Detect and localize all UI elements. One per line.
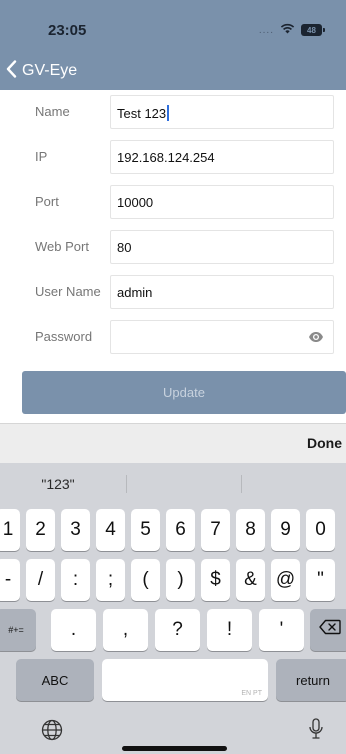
signal-icon: .... xyxy=(258,24,274,36)
microphone-icon[interactable] xyxy=(308,717,324,746)
battery-icon: 48 xyxy=(301,24,325,36)
password-label: Password xyxy=(35,329,93,344)
chevron-left-icon xyxy=(6,59,17,83)
status-time: 23:05 xyxy=(48,22,87,39)
key-dollar[interactable]: $ xyxy=(201,559,230,601)
user-name-label: User Name xyxy=(35,284,101,299)
name-value: Test 123 xyxy=(117,105,170,121)
nav-bar: GV-Eye xyxy=(0,52,346,90)
form-row-name: Name Test 123 xyxy=(0,92,346,132)
key-period[interactable]: . xyxy=(51,609,96,651)
key-more-symbols[interactable]: #+= xyxy=(0,609,36,651)
key-semicolon[interactable]: ; xyxy=(96,559,125,601)
ip-input[interactable]: 192.168.124.254 xyxy=(110,140,334,174)
status-bar: 23:05 .... 48 xyxy=(0,0,346,52)
user-name-input[interactable]: admin xyxy=(110,275,334,309)
web-port-value: 80 xyxy=(117,240,132,255)
web-port-input[interactable]: 80 xyxy=(110,230,334,264)
key-2[interactable]: 2 xyxy=(26,509,55,551)
key-slash[interactable]: / xyxy=(26,559,55,601)
key-colon[interactable]: : xyxy=(61,559,90,601)
user-name-value: admin xyxy=(117,285,153,300)
key-7[interactable]: 7 xyxy=(201,509,230,551)
form-row-ip: IP 192.168.124.254 xyxy=(0,137,346,177)
port-label: Port xyxy=(35,194,59,209)
backspace-key[interactable] xyxy=(310,609,346,651)
suggestion-3[interactable] xyxy=(242,463,346,505)
key-3[interactable]: 3 xyxy=(61,509,90,551)
keyboard-accessory-bar: Done xyxy=(0,423,346,463)
wifi-icon xyxy=(280,21,295,39)
name-input[interactable]: Test 123 xyxy=(110,95,334,129)
eye-icon[interactable] xyxy=(308,330,324,349)
key-abc[interactable]: ABC xyxy=(16,659,94,701)
key-9[interactable]: 9 xyxy=(271,509,300,551)
key-quote[interactable]: " xyxy=(306,559,335,601)
globe-icon[interactable] xyxy=(41,719,63,746)
key-4[interactable]: 4 xyxy=(96,509,125,551)
space-language-hint: EN PT xyxy=(241,690,262,697)
ip-value: 192.168.124.254 xyxy=(117,150,215,165)
back-button[interactable]: GV-Eye xyxy=(0,52,77,90)
port-input[interactable]: 10000 xyxy=(110,185,334,219)
key-ampersand[interactable]: & xyxy=(236,559,265,601)
suggestion-2[interactable] xyxy=(127,463,241,505)
key-question[interactable]: ? xyxy=(155,609,200,651)
form-row-port: Port 10000 xyxy=(0,182,346,222)
space-key[interactable]: EN PT xyxy=(102,659,268,701)
name-label: Name xyxy=(35,104,70,119)
numeric-keyboard: "123" 1 2 3 4 5 6 7 8 9 0 - / : ; ( ) $ … xyxy=(0,463,346,754)
key-exclamation[interactable]: ! xyxy=(207,609,252,651)
key-5[interactable]: 5 xyxy=(131,509,160,551)
port-value: 10000 xyxy=(117,195,154,210)
key-1[interactable]: 1 xyxy=(0,509,20,551)
key-6[interactable]: 6 xyxy=(166,509,195,551)
suggestion-1[interactable]: "123" xyxy=(0,463,116,505)
ip-label: IP xyxy=(35,149,48,164)
suggestion-bar: "123" xyxy=(0,463,346,505)
key-0[interactable]: 0 xyxy=(306,509,335,551)
key-comma[interactable]: , xyxy=(103,609,148,651)
text-caret xyxy=(167,105,170,121)
key-at[interactable]: @ xyxy=(271,559,300,601)
key-hyphen[interactable]: - xyxy=(0,559,20,601)
form-row-web-port: Web Port 80 xyxy=(0,227,346,267)
home-indicator xyxy=(122,746,227,751)
done-button[interactable]: Done xyxy=(307,435,342,451)
key-open-paren[interactable]: ( xyxy=(131,559,160,601)
backspace-icon xyxy=(319,619,341,641)
key-return[interactable]: return xyxy=(276,659,346,701)
key-8[interactable]: 8 xyxy=(236,509,265,551)
update-label: Update xyxy=(163,385,205,400)
key-close-paren[interactable]: ) xyxy=(166,559,195,601)
status-indicators: .... 48 xyxy=(258,21,325,39)
key-apostrophe[interactable]: ' xyxy=(259,609,304,651)
web-port-label: Web Port xyxy=(35,239,89,254)
back-label: GV-Eye xyxy=(22,62,78,79)
password-input[interactable] xyxy=(110,320,334,354)
form-row-password: Password xyxy=(0,317,346,357)
update-button[interactable]: Update xyxy=(22,371,346,414)
form-row-user-name: User Name admin xyxy=(0,272,346,312)
